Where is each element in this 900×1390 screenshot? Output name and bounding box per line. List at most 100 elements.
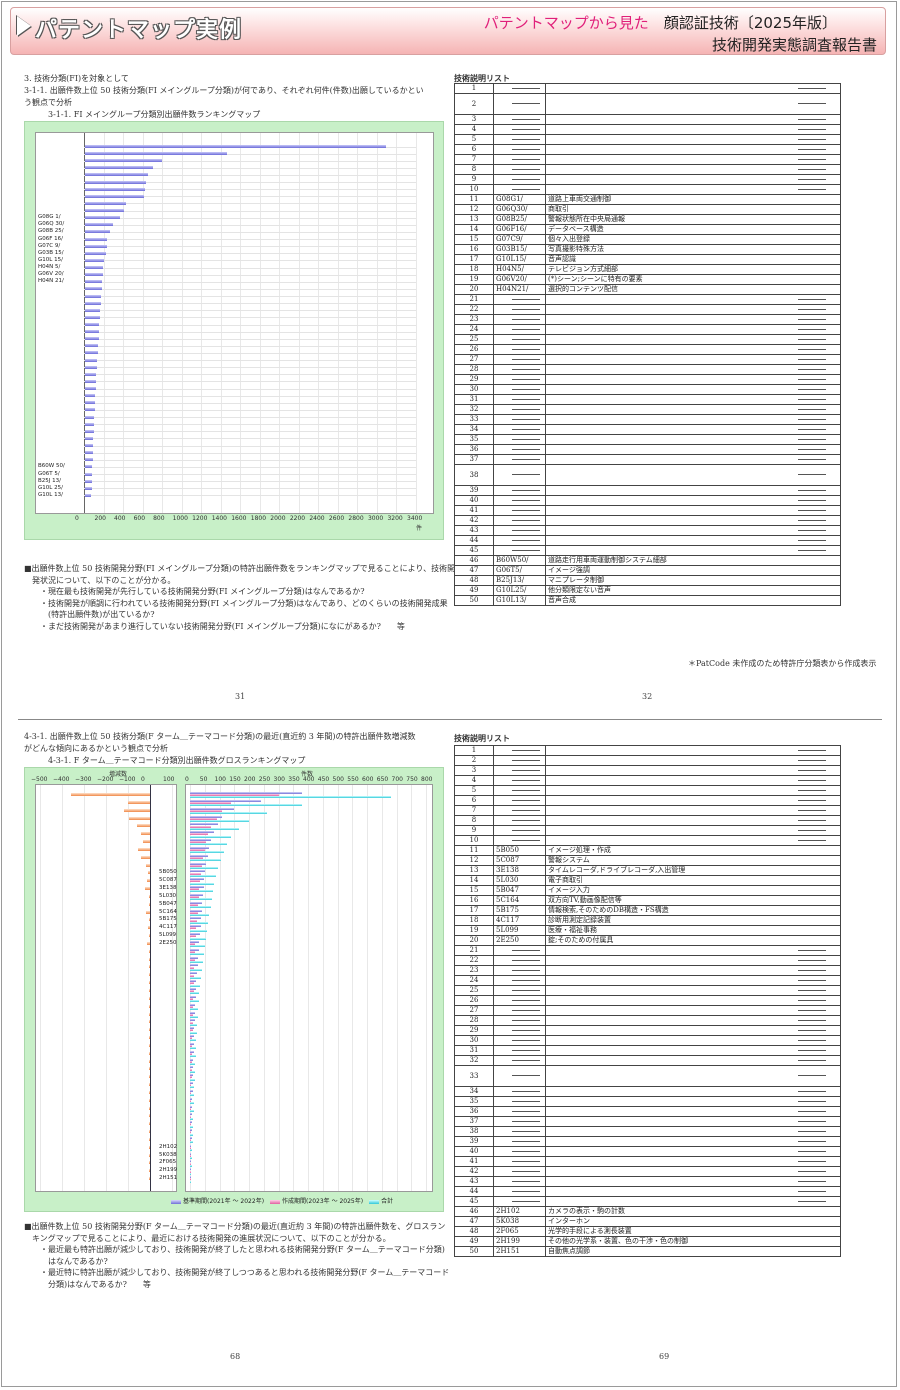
bottom-chart-diff-bar (148, 973, 150, 977)
blank-dash (798, 749, 826, 751)
tech-list-cell-d (545, 1116, 841, 1127)
tech-list-cell-c (493, 304, 546, 315)
blank-dash (512, 999, 540, 1001)
bottom-chart-diff-bar (148, 1161, 150, 1165)
bottom-chart-diff-bar (144, 887, 150, 891)
tech-list-cell-c: 4C117 (493, 915, 546, 926)
tech-list-cell-d: 医療・福祉事務 (545, 925, 841, 936)
tech-list-cell-d: イメージ強調 (545, 565, 841, 576)
top-chart-category-label: G06V 20/ (38, 271, 64, 278)
tech-list-row: 18 4C117 診断用測定記録装置 (454, 915, 841, 926)
tech-list-cell-c (493, 414, 546, 425)
tech-list-cell-c (493, 1176, 546, 1187)
top-chart-tick-label: 2200 (289, 515, 306, 522)
bottom-chart-total-bar (190, 1086, 195, 1089)
blank-dash (798, 458, 826, 460)
bottom-chart-total-bar (190, 890, 213, 893)
tech-list-cell-d (545, 394, 841, 405)
bottom-chart-right-tick: 150 (229, 776, 241, 783)
blank-dash (798, 1150, 826, 1152)
tech-list-cell-d: (*)シーン;シーンに特有の要素 (545, 274, 841, 285)
bottom-chart-right-tick: 200 (244, 776, 256, 783)
tech-list-cell-d (545, 93, 841, 115)
blank-dash (798, 408, 826, 410)
bottom-chart-right-vgrid (278, 785, 280, 1191)
top-heading1: 3. 技術分類(FI)を対象として (24, 74, 129, 83)
bottom-chart-total-bar (190, 1164, 192, 1167)
tech-list-cell-d: イメージ処理・作成 (545, 845, 841, 856)
bottom-chart-diff-bar (147, 926, 150, 930)
bottom-chart-total-bar (190, 859, 221, 862)
top-chart-hgrid (84, 459, 416, 461)
tech-list-row: 7 (454, 805, 841, 816)
tech-list-cell-n: 3 (454, 765, 494, 776)
header-subtitle-line2: 技術開発実態調査報告書 (711, 36, 877, 54)
tech-list-cell-c: G08G1/ (493, 194, 546, 205)
top-chart-tick-label: 1200 (192, 515, 208, 522)
tech-list-cell-n: 45 (454, 545, 494, 556)
tech-list-cell-c: 5B047 (493, 885, 546, 896)
top-chart-bar (85, 429, 94, 433)
top-chart-hgrid (84, 281, 416, 283)
tech-list-cell-c (493, 505, 546, 516)
tech-list-cell-n: 3 (454, 114, 494, 125)
tech-list-cell-c (493, 1025, 546, 1036)
tech-list-row: 13 3E138 タイムレコーダ,ドライブレコーダ,入出管理 (454, 865, 841, 876)
tech-list-row: 4 (454, 775, 841, 786)
tech-list-cell-c (493, 985, 546, 996)
blank-dash (798, 338, 826, 340)
tech-list-cell-c (493, 334, 546, 345)
blank-dash (798, 1180, 826, 1182)
tech-list-cell-n: 8 (454, 815, 494, 826)
tech-list-row: 25 (454, 334, 841, 345)
bottom-note-line: 分類)はなんであるか? 等 (24, 1279, 151, 1289)
tech-list-cell-n: 38 (454, 1126, 494, 1137)
tech-list-cell-n: 33 (454, 1065, 494, 1087)
tech-list-cell-c (493, 374, 546, 385)
tech-list-cell-n: 32 (454, 1055, 494, 1066)
tech-list-cell-n: 12 (454, 855, 494, 866)
page-number-69: 69 (659, 1352, 670, 1361)
tech-list-cell-d: その他の光学系・装置、色の干渉・色の制御 (545, 1236, 841, 1247)
bottom-chart-right-tick: 500 (332, 776, 344, 783)
blank-dash (512, 298, 540, 300)
tech-list-cell-c: G07C9/ (493, 234, 546, 245)
blank-dash (512, 1049, 540, 1051)
top-chart-category-label: H04N 21/ (38, 278, 64, 285)
tech-list-cell-c: 5B175 (493, 905, 546, 916)
tech-list-cell-n: 25 (454, 985, 494, 996)
bottom-chart-diff-bar (143, 840, 150, 844)
bottom-chart-total-bar (190, 968, 203, 971)
tech-list-row: 8 (454, 815, 841, 826)
bottom-chart-right-vgrid (219, 785, 221, 1191)
tech-list-row: 39 (454, 1136, 841, 1147)
tech-list-cell-c (493, 444, 546, 455)
tech-list-cell-d (545, 985, 841, 996)
tech-list-row: 30 (454, 384, 841, 395)
top-chart-bar (85, 330, 99, 334)
bottom-chart-total-bar (190, 1015, 198, 1018)
bottom-chart-category-label: 5C087 (159, 877, 177, 884)
tech-list-row: 33 (454, 414, 841, 425)
tech-list-cell-d: マニプレータ制御 (545, 575, 841, 586)
bottom-chart-diff-bar (128, 800, 150, 804)
tech-list-row: 32 (454, 404, 841, 415)
tech-list-cell-n: 14 (454, 224, 494, 235)
top-chart-hgrid (84, 466, 416, 468)
header-title: パテントマップ実例 (35, 18, 243, 43)
blank-dash (798, 999, 826, 1001)
tech-list-cell-d (545, 334, 841, 345)
blank-dash (798, 474, 826, 475)
bottom-chart-diff-bar (147, 871, 150, 875)
bottom-chart-left-vgrid (40, 785, 41, 1191)
tech-list-cell-c: 5K038 (493, 1216, 546, 1227)
tech-list-row: 39 (454, 485, 841, 496)
tech-list-row: 28 (454, 364, 841, 375)
blank-dash (512, 519, 540, 521)
top-chart-hgrid (84, 288, 416, 290)
tech-list-row: 15 5B047 イメージ入力 (454, 885, 841, 896)
top-chart-bar (85, 287, 102, 291)
tech-list-cell-c (493, 464, 546, 486)
bottom-chart-total-bar (190, 1125, 193, 1128)
bottom-chart-diff-bar (137, 847, 150, 851)
